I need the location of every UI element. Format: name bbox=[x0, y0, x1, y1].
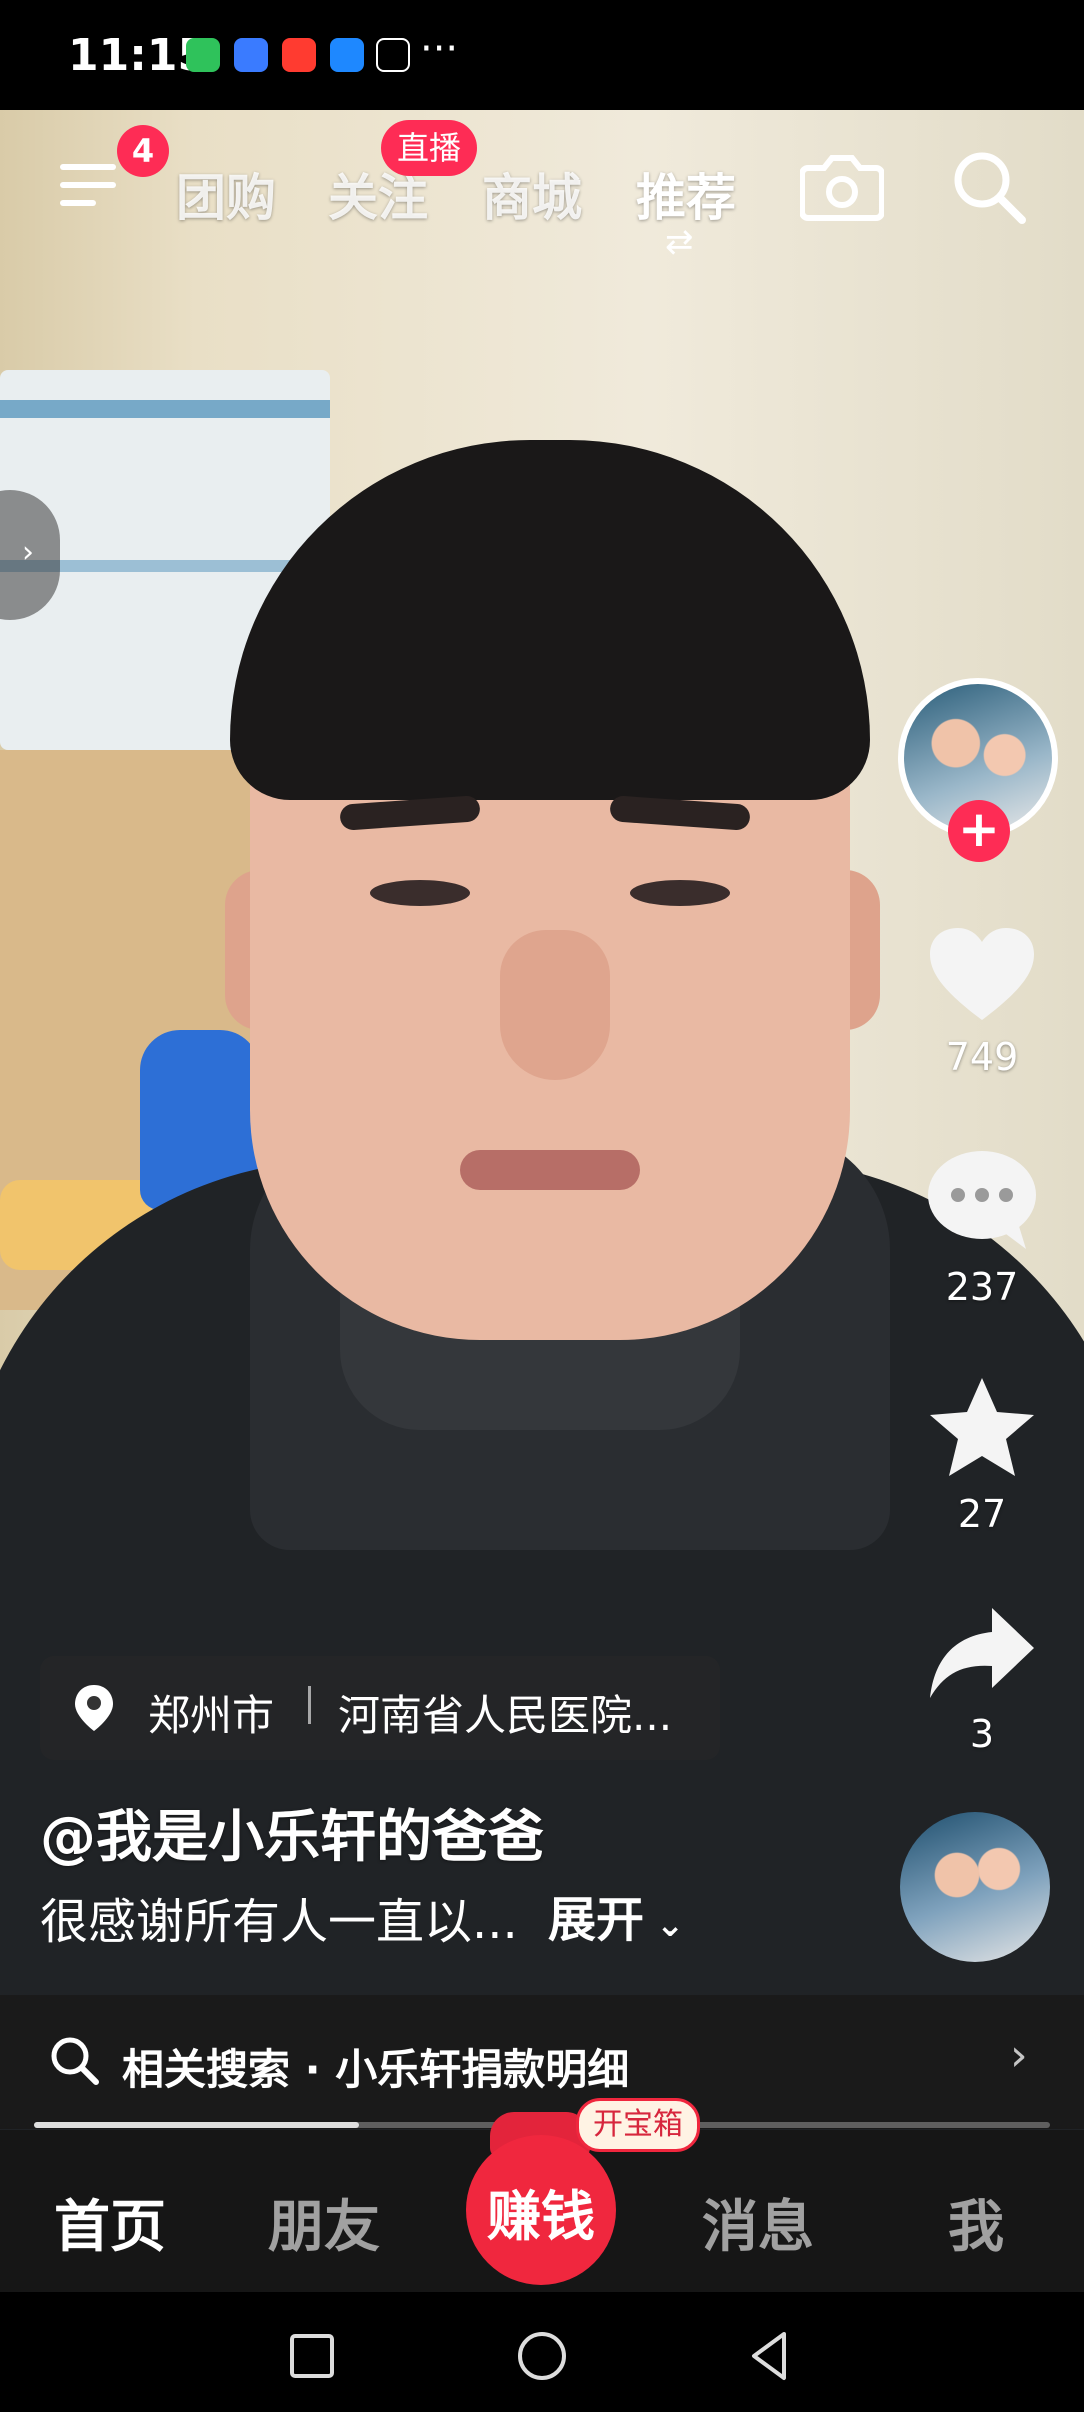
expand-label: 展开 bbox=[548, 1892, 645, 1948]
calendar-icon bbox=[234, 38, 268, 72]
app-icon-red bbox=[282, 38, 316, 72]
live-badge: 直播 bbox=[381, 120, 478, 176]
share-count: 3 bbox=[969, 1712, 995, 1756]
share-icon[interactable] bbox=[922, 1598, 1042, 1708]
camera-icon[interactable] bbox=[799, 150, 885, 222]
tab-mall[interactable]: 商城 bbox=[482, 158, 582, 230]
nav-messages[interactable]: 消息 bbox=[702, 2182, 814, 2263]
status-more-icon: ··· bbox=[420, 26, 459, 72]
nav-home[interactable]: 首页 bbox=[54, 2182, 166, 2263]
earn-label: 赚钱 bbox=[487, 2185, 595, 2248]
home-button[interactable] bbox=[512, 2326, 572, 2386]
related-search-text: 相关搜索 · 小乐轩捐款明细 bbox=[122, 2045, 630, 2094]
location-divider bbox=[308, 1686, 311, 1724]
switch-arrows-icon: ⇄ bbox=[665, 222, 694, 262]
comment-icon[interactable] bbox=[922, 1145, 1042, 1255]
wechat-icon bbox=[186, 38, 220, 72]
chevron-down-icon: ⌄ bbox=[644, 1905, 685, 1945]
author-name[interactable]: @我是小乐轩的爸爸 bbox=[40, 1792, 544, 1873]
video-progress-fill bbox=[34, 2122, 359, 2128]
person-nose bbox=[500, 930, 610, 1080]
recent-apps-button[interactable] bbox=[282, 2326, 342, 2386]
bulb-icon bbox=[330, 38, 364, 72]
favorite-star-icon[interactable] bbox=[922, 1372, 1042, 1482]
background-stripe bbox=[0, 400, 330, 418]
location-place: 河南省人民医院... bbox=[338, 1691, 673, 1740]
expand-button[interactable]: 展开 ⌄ bbox=[548, 1880, 684, 1950]
nav-me[interactable]: 我 bbox=[948, 2182, 1004, 2263]
menu-badge: 4 bbox=[117, 125, 169, 177]
favorite-count: 27 bbox=[957, 1492, 1007, 1536]
person-eye bbox=[370, 880, 470, 906]
chevron-right-icon: › bbox=[22, 535, 34, 570]
comment-count: 237 bbox=[945, 1265, 1019, 1309]
treasure-box-badge[interactable]: 开宝箱 bbox=[576, 2098, 700, 2152]
person-eye bbox=[630, 880, 730, 906]
person-mouth bbox=[460, 1150, 640, 1190]
like-count: 749 bbox=[945, 1035, 1019, 1079]
search-icon bbox=[48, 2034, 100, 2086]
music-disc-avatar[interactable] bbox=[900, 1812, 1050, 1962]
tab-group-buy[interactable]: 团购 bbox=[176, 158, 276, 230]
tab-recommend[interactable]: 推荐 bbox=[636, 158, 736, 230]
follow-button[interactable]: + bbox=[948, 800, 1010, 862]
location-city: 郑州市 bbox=[148, 1691, 275, 1740]
search-icon[interactable] bbox=[950, 148, 1028, 226]
back-button[interactable] bbox=[740, 2326, 800, 2386]
capcut-icon bbox=[376, 38, 410, 72]
location-pin-icon bbox=[72, 1683, 116, 1733]
menu-icon[interactable] bbox=[60, 160, 120, 210]
post-description: 很感谢所有人一直以... bbox=[40, 1894, 518, 1950]
nav-friends[interactable]: 朋友 bbox=[268, 2182, 380, 2263]
chevron-right-icon: › bbox=[1010, 2030, 1028, 2081]
like-icon[interactable] bbox=[922, 920, 1042, 1030]
